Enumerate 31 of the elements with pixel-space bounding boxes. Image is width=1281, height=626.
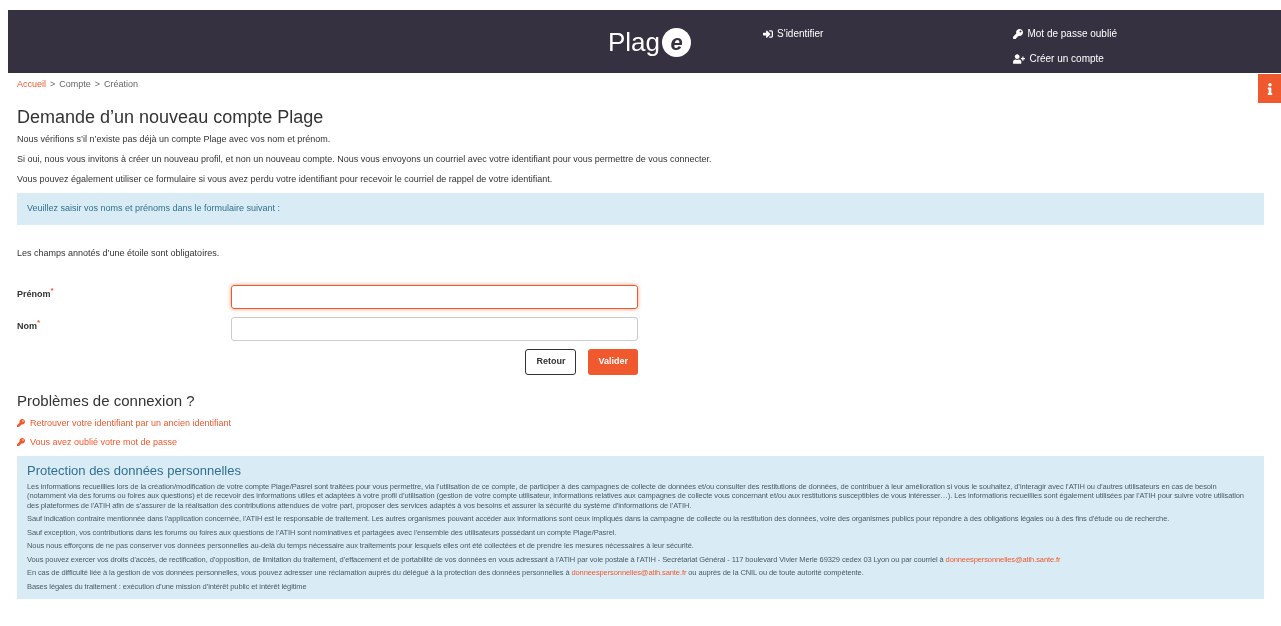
key-icon — [1013, 28, 1024, 39]
breadcrumb-current: Création — [104, 78, 139, 92]
sign-in-icon — [763, 28, 774, 39]
login-link[interactable]: S'identifier — [763, 26, 824, 41]
forgot-password-link[interactable]: Mot de passe oublié — [1013, 26, 1117, 41]
logo[interactable]: Plag e — [608, 23, 692, 62]
submit-button[interactable]: Valider — [588, 348, 638, 375]
breadcrumb-link[interactable]: Accueil — [17, 78, 46, 92]
breadcrumb-separator: > — [94, 78, 101, 92]
info-button[interactable] — [1258, 74, 1281, 103]
required-note: Les champs annotés d’une étoile sont obligatoires. — [17, 247, 221, 260]
section-title: Problèmes de connexion ? — [17, 390, 196, 411]
help-link[interactable]: Vous avez oublié votre mot de passe — [17, 435, 1264, 449]
create-account-link[interactable]: Créer un compte — [1013, 51, 1117, 66]
info-alert: Veuillez saisir vos noms et prénoms dans le formulaire suivant : — [17, 193, 1264, 225]
field-label: Prénom$^{*}$ — [17, 284, 55, 301]
help-link[interactable]: Retrouver votre identifiant par un ancien identifiant — [17, 416, 1264, 430]
privacy-title: Protection des données personnelles — [27, 461, 242, 480]
intro-text: Nous vérifions s’il n’existe pas déjà un compte Plage avec vos nom et prénom. — [17, 133, 332, 145]
page-title: Demande d’un nouveau compte Plage — [17, 106, 325, 128]
intro-text: Si oui, nous vous invitons à créer un nouveau profil, et non un nouveau compte. Nous vous envoyons un courriel avec votre identifiant pour vous permettre de vous connecter. — [17, 153, 713, 165]
intro-text: Vous pouvez également utiliser ce formulaire si vous avez perdu votre identifiant pour recevoir le courriel de rappel de votre identifiant. — [17, 173, 554, 185]
text-field[interactable] — [231, 284, 638, 309]
text-field[interactable] — [231, 316, 638, 341]
key-icon — [17, 419, 25, 427]
field-label: Nom$^{*}$ — [17, 316, 42, 333]
add-user-icon — [1013, 53, 1026, 64]
key-icon — [17, 438, 25, 446]
back-button[interactable]: Retour — [525, 348, 577, 375]
breadcrumb-current: Compte — [59, 78, 91, 92]
breadcrumb-separator: > — [50, 78, 56, 92]
